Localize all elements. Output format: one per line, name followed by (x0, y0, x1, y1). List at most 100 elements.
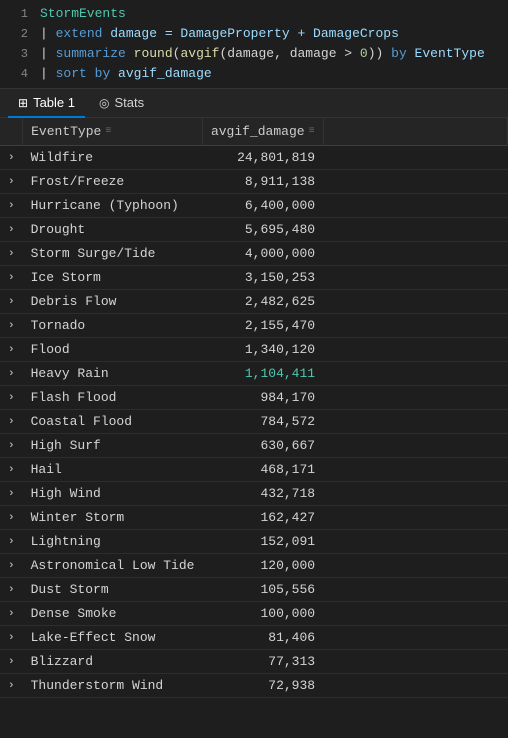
row-event-type: Debris Flow (23, 290, 203, 314)
code-token: EventType (407, 46, 485, 61)
code-token: avgif (180, 46, 219, 61)
col-header-damage[interactable]: avgif_damage ≡ (202, 118, 323, 146)
row-expand[interactable]: › (0, 242, 23, 266)
code-editor: 1StormEvents2| extend damage = DamagePro… (0, 0, 508, 89)
tab-label: Table 1 (33, 95, 75, 110)
row-extra (323, 314, 507, 338)
row-event-type: Flash Flood (23, 386, 203, 410)
table-row: ›Lake-Effect Snow81,406 (0, 626, 508, 650)
row-avgif-damage: 630,667 (202, 434, 323, 458)
code-text: | summarize round(avgif(damage, damage >… (40, 44, 485, 64)
code-token: | (40, 26, 56, 41)
row-expand[interactable]: › (0, 434, 23, 458)
table-row: ›Blizzard77,313 (0, 650, 508, 674)
row-extra (323, 434, 507, 458)
row-avgif-damage: 105,556 (202, 578, 323, 602)
code-token: | (40, 46, 56, 61)
row-extra (323, 170, 507, 194)
row-event-type: Blizzard (23, 650, 203, 674)
row-extra (323, 458, 507, 482)
table-row: ›Debris Flow2,482,625 (0, 290, 508, 314)
table-row: ›Storm Surge/Tide4,000,000 (0, 242, 508, 266)
table-row: ›Thunderstorm Wind72,938 (0, 674, 508, 698)
row-extra (323, 602, 507, 626)
table-row: ›High Wind432,718 (0, 482, 508, 506)
row-avgif-damage: 72,938 (202, 674, 323, 698)
row-event-type: Dense Smoke (23, 602, 203, 626)
row-expand[interactable]: › (0, 290, 23, 314)
row-expand[interactable]: › (0, 266, 23, 290)
row-expand[interactable]: › (0, 386, 23, 410)
row-expand[interactable]: › (0, 410, 23, 434)
row-expand[interactable]: › (0, 194, 23, 218)
tab-table-1[interactable]: ⊞ Table 1 (8, 89, 85, 118)
code-text: | extend damage = DamageProperty + Damag… (40, 24, 399, 44)
row-event-type: Coastal Flood (23, 410, 203, 434)
row-expand[interactable]: › (0, 674, 23, 698)
row-expand[interactable]: › (0, 530, 23, 554)
row-avgif-damage: 81,406 (202, 626, 323, 650)
row-event-type: High Wind (23, 482, 203, 506)
table-row: ›Frost/Freeze8,911,138 (0, 170, 508, 194)
table-row: ›Wildfire24,801,819 (0, 146, 508, 170)
row-expand[interactable]: › (0, 362, 23, 386)
row-extra (323, 674, 507, 698)
table-row: ›Lightning152,091 (0, 530, 508, 554)
row-avgif-damage: 3,150,253 (202, 266, 323, 290)
line-number: 3 (8, 44, 28, 64)
col-damage-sort-icon[interactable]: ≡ (309, 126, 315, 137)
row-expand[interactable]: › (0, 554, 23, 578)
table-row: ›Winter Storm162,427 (0, 506, 508, 530)
row-event-type: Lake-Effect Snow (23, 626, 203, 650)
code-token: damage = DamageProperty + DamageCrops (102, 26, 398, 41)
row-expand[interactable]: › (0, 338, 23, 362)
row-expand[interactable]: › (0, 602, 23, 626)
row-expand[interactable]: › (0, 146, 23, 170)
row-event-type: Storm Surge/Tide (23, 242, 203, 266)
row-expand[interactable]: › (0, 218, 23, 242)
tab-stats[interactable]: ◎Stats (89, 89, 154, 118)
col-header-event[interactable]: EventType ≡ (23, 118, 203, 146)
table-row: ›Dust Storm105,556 (0, 578, 508, 602)
table-row: ›Heavy Rain1,104,411 (0, 362, 508, 386)
code-text: StormEvents (40, 4, 126, 24)
tab-icon: ◎ (99, 96, 109, 110)
row-extra (323, 626, 507, 650)
row-event-type: Astronomical Low Tide (23, 554, 203, 578)
table-row: ›Flood1,340,120 (0, 338, 508, 362)
row-expand[interactable]: › (0, 314, 23, 338)
code-line-1: 1StormEvents (0, 4, 508, 24)
row-extra (323, 242, 507, 266)
row-extra (323, 146, 507, 170)
row-expand[interactable]: › (0, 458, 23, 482)
row-expand[interactable]: › (0, 650, 23, 674)
row-expand[interactable]: › (0, 626, 23, 650)
row-avgif-damage: 984,170 (202, 386, 323, 410)
code-line-4: 4| sort by avgif_damage (0, 64, 508, 84)
tab-icon: ⊞ (18, 96, 28, 110)
code-token: round (134, 46, 173, 61)
code-token: (damage, damage > (219, 46, 359, 61)
row-extra (323, 194, 507, 218)
table-row: ›Coastal Flood784,572 (0, 410, 508, 434)
table-row: ›Hail468,171 (0, 458, 508, 482)
row-avgif-damage: 468,171 (202, 458, 323, 482)
row-event-type: Tornado (23, 314, 203, 338)
code-line-3: 3 | summarize round(avgif(damage, damage … (0, 44, 508, 64)
row-event-type: Hurricane (Typhoon) (23, 194, 203, 218)
col-event-sort-icon[interactable]: ≡ (105, 126, 111, 137)
code-token: StormEvents (40, 6, 126, 21)
row-extra (323, 362, 507, 386)
row-expand[interactable]: › (0, 578, 23, 602)
row-expand[interactable]: › (0, 506, 23, 530)
row-avgif-damage: 784,572 (202, 410, 323, 434)
row-avgif-damage: 432,718 (202, 482, 323, 506)
row-event-type: Drought (23, 218, 203, 242)
code-line-2: 2| extend damage = DamageProperty + Dama… (0, 24, 508, 44)
row-event-type: Wildfire (23, 146, 203, 170)
row-expand[interactable]: › (0, 482, 23, 506)
code-token (87, 66, 95, 81)
table-row: ›Dense Smoke100,000 (0, 602, 508, 626)
code-token (126, 46, 134, 61)
row-expand[interactable]: › (0, 170, 23, 194)
